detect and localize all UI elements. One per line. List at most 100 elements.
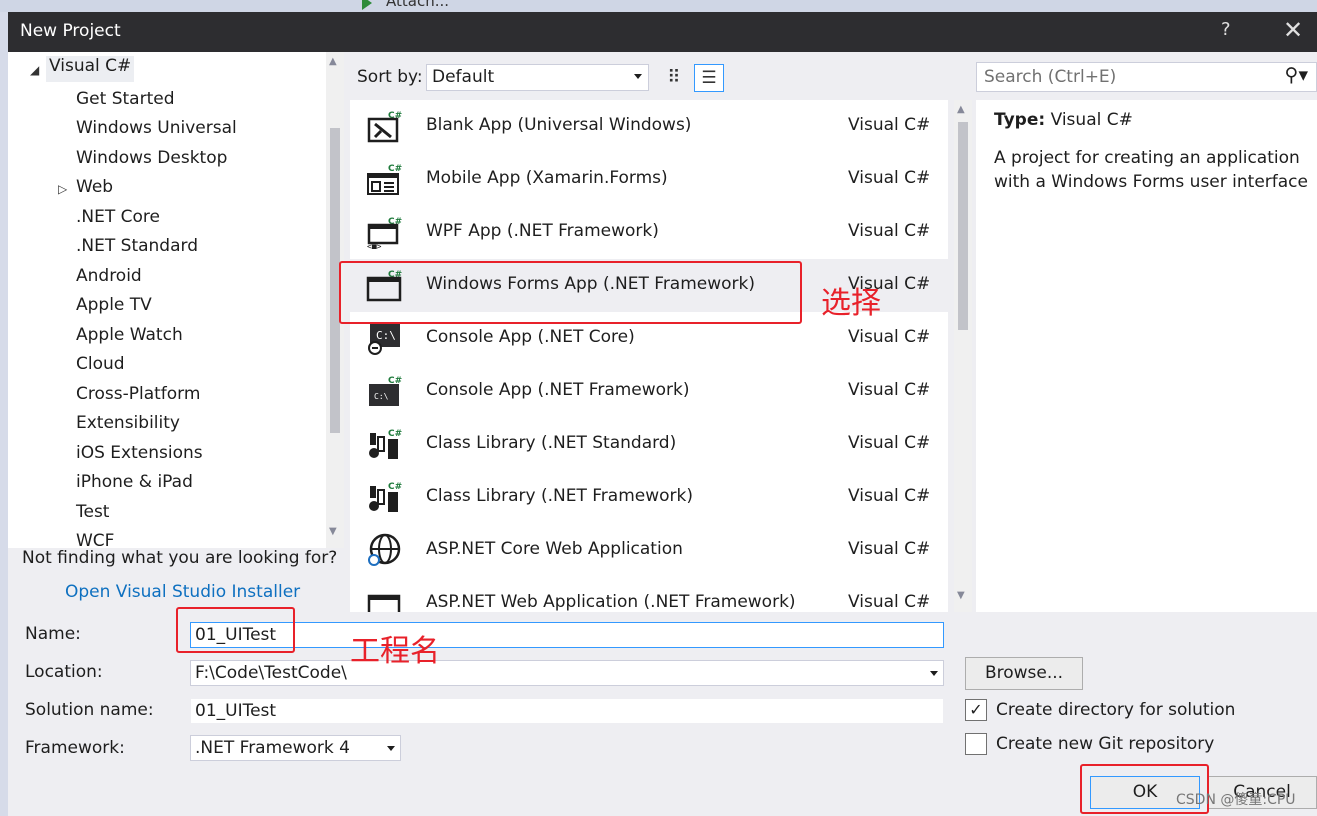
svg-text:C:\: C:\ [376, 329, 396, 342]
tree-item-net-core[interactable]: .NET Core [76, 204, 160, 230]
framework-value: .NET Framework 4 [195, 738, 350, 758]
template-name: Mobile App (Xamarin.Forms) [426, 168, 668, 188]
tree-item-label: Android [76, 266, 142, 286]
search-input[interactable]: Search (Ctrl+E) ⚲▾ [976, 62, 1317, 92]
annotation-select-text: 选择 [821, 286, 881, 321]
type-label: Type: [994, 110, 1046, 130]
tree-item-cloud[interactable]: Cloud [76, 351, 125, 377]
location-value: F:\Code\TestCode\ [195, 663, 347, 683]
browse-button[interactable]: Browse... [965, 657, 1083, 690]
template-row[interactable]: C# C:\ Console App (.NET Framework) Visua… [350, 365, 948, 418]
tree-item-android[interactable]: Android [76, 263, 142, 289]
tree-item-label: Get Started [76, 89, 175, 109]
dropdown-arrow-icon [930, 671, 938, 676]
start-debug-icon [362, 0, 372, 10]
tree-item-test[interactable]: Test [76, 499, 109, 525]
template-category-tree: ◢ Visual C# Get Started Windows Universa… [8, 52, 344, 548]
template-row[interactable]: C# Class Library (.NET Standard) Visual … [350, 418, 948, 471]
tree-item-label: iPhone & iPad [76, 472, 193, 492]
not-finding-text: Not finding what you are looking for? [22, 548, 338, 568]
template-name: Class Library (.NET Standard) [426, 433, 677, 453]
grid-view-icon[interactable]: ⠿ [661, 64, 687, 91]
close-button[interactable]: ✕ [1283, 16, 1303, 44]
create-directory-label[interactable]: Create directory for solution [996, 700, 1235, 720]
tree-item-label: Apple Watch [76, 325, 183, 345]
template-row[interactable]: ASP.NET Core Web Application Visual C# [350, 524, 948, 577]
scroll-thumb[interactable] [958, 122, 968, 330]
title-bar: New Project ? ✕ [8, 12, 1317, 52]
tree-item-label: .NET Standard [76, 236, 198, 256]
tree-item-extensibility[interactable]: Extensibility [76, 410, 180, 436]
console-framework-icon: C#C:\ [369, 376, 402, 406]
svg-text:C#: C# [388, 429, 402, 439]
template-description: A project for creating an application wi… [994, 148, 1308, 192]
wpf-app-icon: C#<■> [367, 217, 402, 249]
sort-by-select[interactable]: Default [426, 64, 649, 91]
template-name: Class Library (.NET Framework) [426, 486, 693, 506]
template-type: Type: Visual C# [994, 110, 1133, 130]
console-core-icon: C:\ [368, 323, 400, 355]
tree-item-label: Web [76, 177, 114, 197]
svg-text:C:\: C:\ [374, 392, 389, 401]
dialog-title: New Project [20, 21, 121, 41]
tree-item-apple-watch[interactable]: Apple Watch [76, 322, 183, 348]
scroll-down-icon[interactable]: ▼ [957, 590, 965, 601]
tree-item-windows-universal[interactable]: Windows Universal [76, 115, 237, 141]
annotation-box-project-name [176, 607, 295, 653]
tree-item-label: Visual C# [49, 56, 132, 76]
tree-item-net-standard[interactable]: .NET Standard [76, 233, 198, 259]
tree-item-label: iOS Extensions [76, 443, 203, 463]
framework-select[interactable]: .NET Framework 4 [190, 735, 401, 761]
location-select[interactable]: F:\Code\TestCode\ [190, 660, 944, 686]
tree-item-wcf[interactable]: WCF [76, 528, 114, 548]
template-row[interactable]: C# Mobile App (Xamarin.Forms) Visual C# [350, 153, 948, 206]
svg-text:C#: C# [388, 482, 402, 492]
new-project-dialog: New Project ? ✕ ◢ Visual C# Get Started … [8, 12, 1317, 816]
create-directory-checkbox[interactable]: ✓ [965, 699, 987, 721]
globe-icon [368, 533, 401, 566]
project-name-input[interactable]: 01_UITest [190, 622, 944, 648]
scroll-down-icon[interactable]: ▼ [329, 526, 337, 537]
scroll-up-icon[interactable]: ▲ [329, 56, 337, 67]
open-installer-link[interactable]: Open Visual Studio Installer [65, 582, 300, 602]
tree-item-ios-extensions[interactable]: iOS Extensions [76, 440, 203, 466]
tree-item-label: Windows Universal [76, 118, 237, 138]
framework-label: Framework: [25, 738, 125, 758]
search-icon[interactable]: ⚲▾ [1285, 64, 1308, 86]
tree-item-iphone-ipad[interactable]: iPhone & iPad [76, 469, 193, 495]
template-row[interactable]: ASP.NET Web Application (.NET Framework)… [350, 577, 948, 612]
tree-item-get-started[interactable]: Get Started [76, 86, 174, 112]
tree-item-windows-desktop[interactable]: Windows Desktop [76, 145, 227, 171]
list-view-icon[interactable]: ☰ [694, 64, 724, 92]
solution-name-value: 01_UITest [195, 701, 277, 721]
template-row[interactable]: C# <■> WPF App (.NET Framework) Visual C# [350, 206, 948, 259]
template-details-panel: Type: Visual C# A project for creating a… [976, 100, 1317, 612]
create-git-checkbox[interactable] [965, 733, 987, 755]
tree-item-label: Windows Desktop [76, 148, 228, 168]
tree-item-visual-csharp[interactable]: Visual C# [46, 56, 135, 82]
template-name: Console App (.NET Framework) [426, 380, 690, 400]
tree-item-cross-platform[interactable]: Cross-Platform [76, 381, 200, 407]
collapsed-arrow-icon[interactable]: ▷ [58, 182, 67, 196]
name-label: Name: [25, 624, 81, 644]
create-git-label[interactable]: Create new Git repository [996, 734, 1214, 754]
tree-item-label: WCF [76, 531, 115, 548]
template-language: Visual C# [848, 115, 931, 135]
template-name: ASP.NET Web Application (.NET Framework) [426, 592, 796, 612]
template-row[interactable]: C# Blank App (Universal Windows) Visual … [350, 100, 948, 153]
template-row[interactable]: C# Class Library (.NET Framework) Visual… [350, 471, 948, 524]
tree-item-apple-tv[interactable]: Apple TV [76, 292, 152, 318]
scroll-up-icon[interactable]: ▲ [957, 104, 965, 115]
template-name: Blank App (Universal Windows) [426, 115, 692, 135]
template-list: C# Blank App (Universal Windows) Visual … [350, 100, 948, 612]
solution-name-input[interactable]: 01_UITest [190, 698, 944, 724]
class-library-icon: C# [369, 429, 402, 459]
expanded-arrow-icon[interactable]: ◢ [30, 63, 39, 77]
dropdown-arrow-icon [387, 746, 395, 751]
tree-item-label: Cloud [76, 354, 125, 374]
template-list-scrollbar[interactable]: ▲ ▼ [954, 100, 972, 612]
help-button[interactable]: ? [1221, 19, 1231, 40]
template-name: ASP.NET Core Web Application [426, 539, 683, 559]
attach-label: Attach... [386, 0, 450, 10]
tree-item-web[interactable]: Web [76, 174, 113, 200]
